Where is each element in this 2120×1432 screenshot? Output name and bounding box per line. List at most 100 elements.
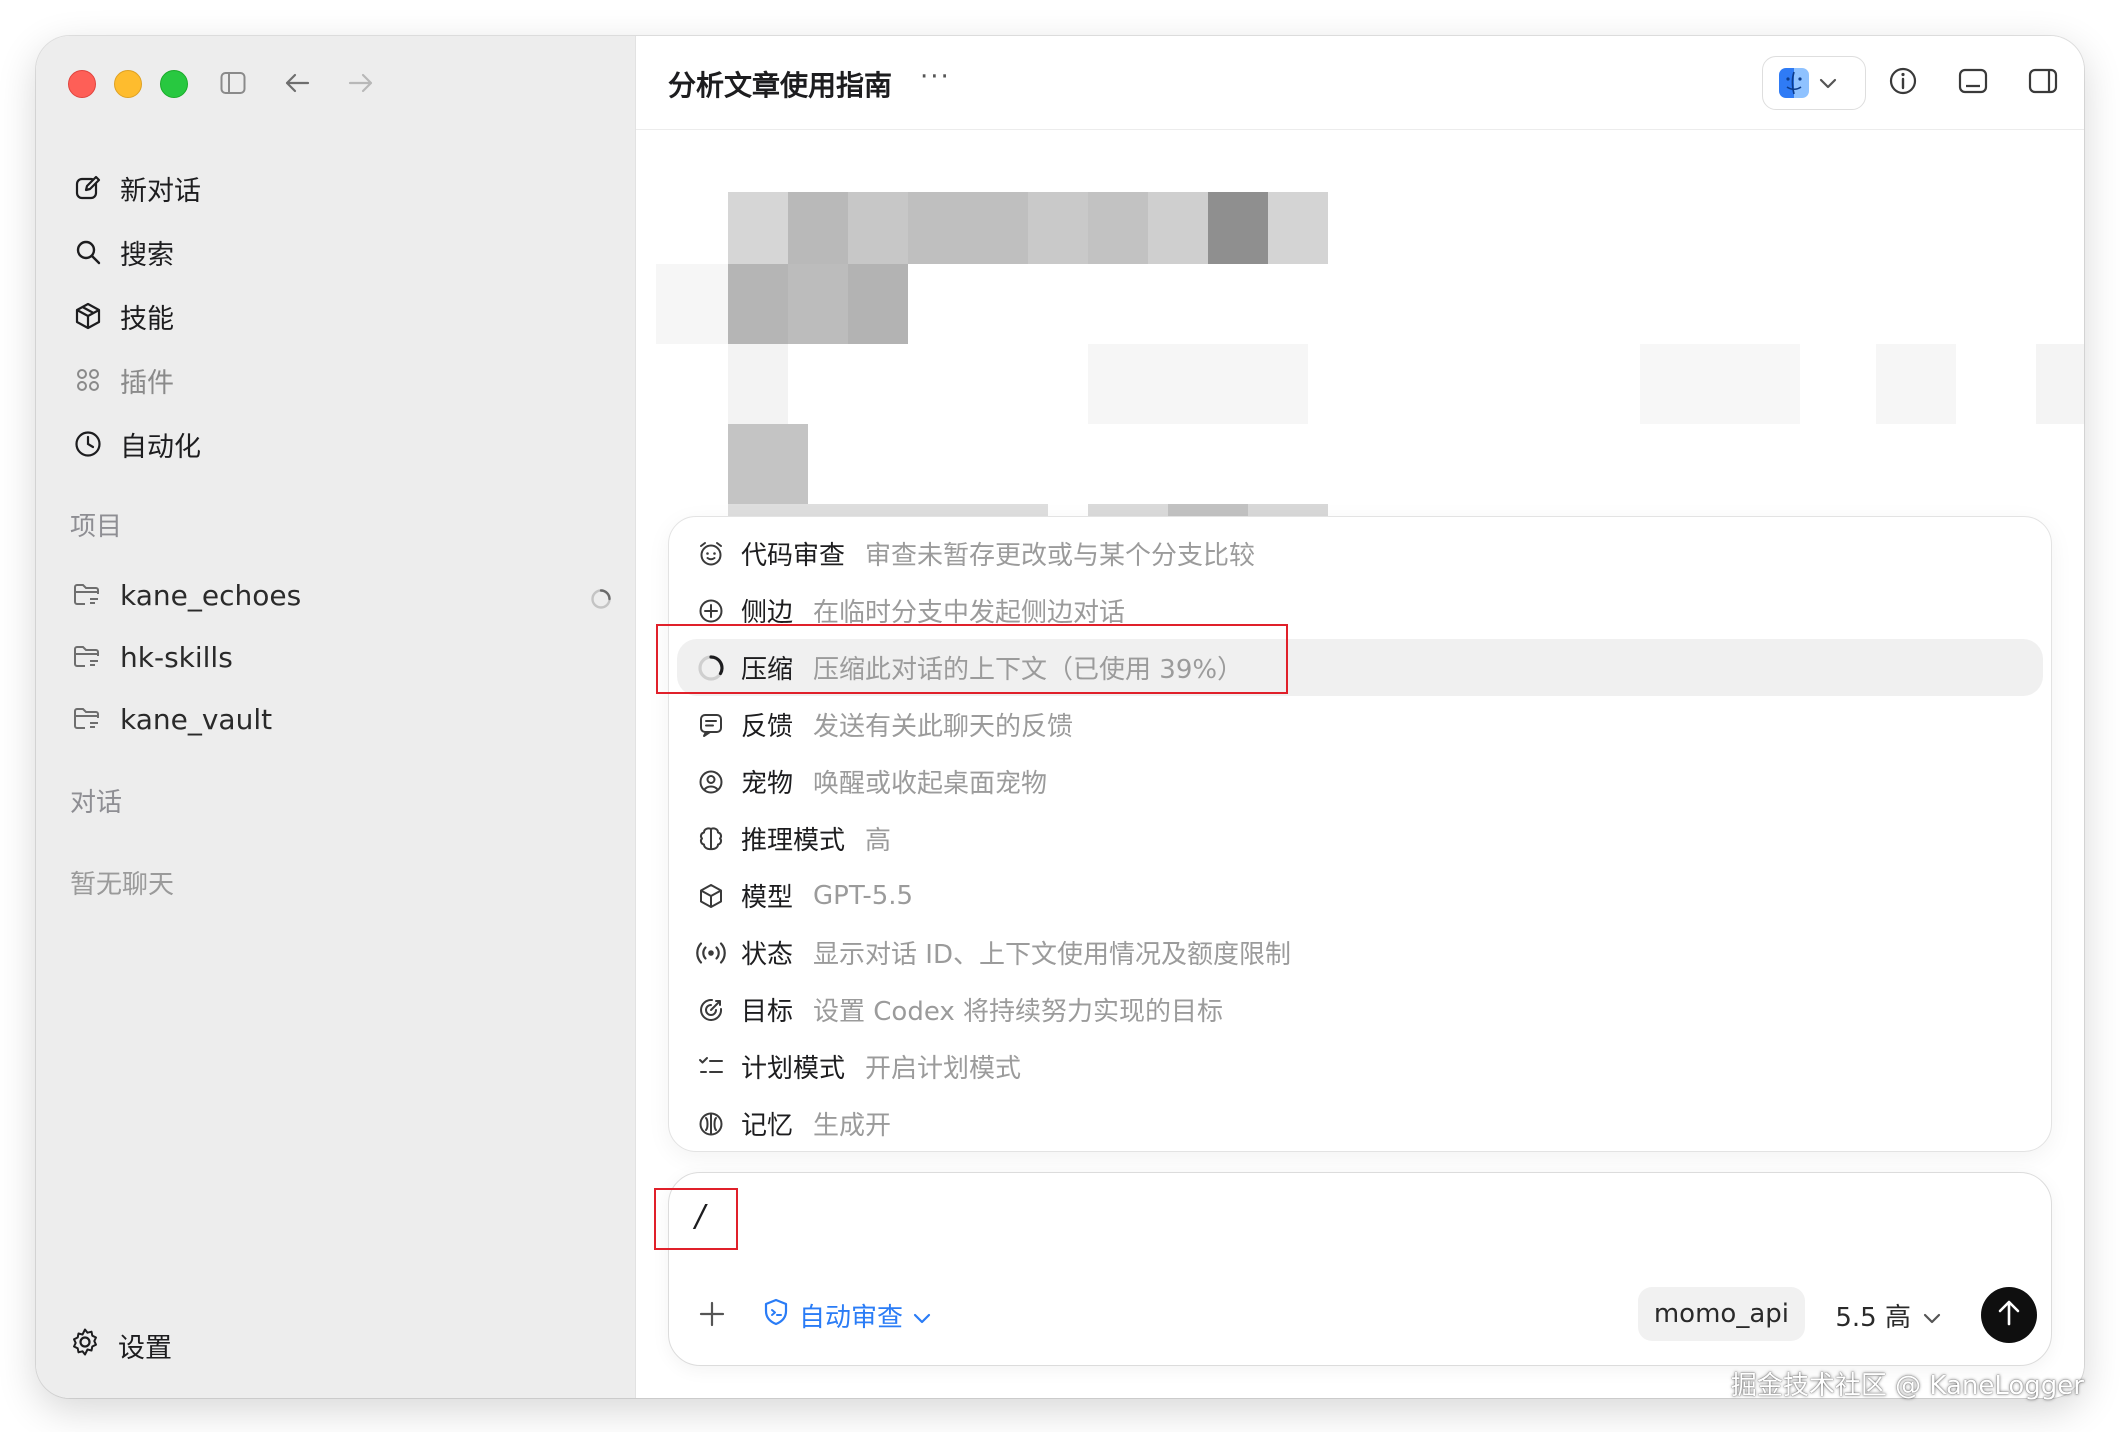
top-right-actions bbox=[1886, 64, 2060, 98]
box-icon bbox=[695, 880, 727, 912]
sidebar: 新对话 搜索 技能 插件 自动化 项目 kane_echoes hk-skill… bbox=[36, 36, 636, 1398]
project-name: kane_echoes bbox=[120, 578, 302, 612]
settings-label: 设置 bbox=[118, 1333, 172, 1364]
command-list: 代码审查 审查未暂存更改或与某个分支比较 侧边 在临时分支中发起侧边对话 压缩 … bbox=[677, 525, 2043, 1152]
zoom-window-button[interactable] bbox=[160, 70, 188, 98]
command-reasoning-mode[interactable]: 推理模式 高 bbox=[677, 810, 2043, 867]
pet-icon bbox=[695, 766, 727, 798]
command-description: 审查未暂存更改或与某个分支比较 bbox=[865, 541, 1256, 571]
arrow-up-icon bbox=[1996, 1299, 2022, 1331]
command-description: 开启计划模式 bbox=[865, 1054, 1022, 1084]
model-version-selector[interactable]: 5.5 高 bbox=[1835, 1297, 1941, 1334]
command-plan-mode[interactable]: 计划模式 开启计划模式 bbox=[677, 1038, 2043, 1095]
nav-label: 技能 bbox=[120, 303, 174, 335]
command-description: 唤醒或收起桌面宠物 bbox=[813, 769, 1048, 799]
window-controls bbox=[68, 70, 188, 98]
target-icon bbox=[695, 994, 727, 1026]
cube-icon bbox=[72, 300, 104, 332]
command-goal[interactable]: 目标 设置 Codex 将持续努力实现的目标 bbox=[677, 981, 2043, 1038]
more-options-button[interactable]: ··· bbox=[920, 62, 951, 92]
feedback-icon bbox=[695, 709, 727, 741]
toggle-sidebar-icon[interactable] bbox=[216, 66, 250, 100]
command-status[interactable]: 状态 显示对话 ID、上下文使用情况及额度限制 bbox=[677, 924, 2043, 981]
project-item[interactable]: kane_echoes bbox=[68, 564, 611, 626]
command-description: 发送有关此聊天的反馈 bbox=[813, 712, 1074, 742]
project-list: kane_echoes hk-skills kane_vault bbox=[68, 564, 611, 750]
folder-icon bbox=[72, 642, 102, 672]
command-label: 记忆 bbox=[741, 1111, 794, 1141]
auto-review-label: 自动审查 bbox=[799, 1303, 904, 1333]
command-feedback[interactable]: 反馈 发送有关此聊天的反馈 bbox=[677, 696, 2043, 753]
nav-automation[interactable]: 自动化 bbox=[68, 412, 608, 476]
add-attachment-icon[interactable] bbox=[695, 1297, 729, 1331]
auto-review-toggle[interactable]: 自动审查 bbox=[763, 1297, 931, 1334]
project-item[interactable]: hk-skills bbox=[68, 626, 608, 688]
nav-search[interactable]: 搜索 bbox=[68, 220, 608, 284]
bottom-panel-icon[interactable] bbox=[1956, 64, 1990, 98]
command-label: 推理模式 bbox=[741, 826, 846, 856]
command-label: 模型 bbox=[741, 883, 794, 913]
command-model[interactable]: 模型 GPT-5.5 bbox=[677, 867, 2043, 924]
finder-icon bbox=[1779, 68, 1809, 98]
close-window-button[interactable] bbox=[68, 70, 96, 98]
command-label: 计划模式 bbox=[741, 1054, 846, 1084]
model-provider-chip[interactable]: momo_api bbox=[1637, 1287, 1805, 1341]
command-label: 目标 bbox=[741, 997, 794, 1027]
command-label: 代码审查 bbox=[741, 541, 846, 571]
command-memory[interactable]: 记忆 生成开 bbox=[677, 1095, 2043, 1152]
broadcast-icon bbox=[695, 937, 727, 969]
top-bar: 分析文章使用指南 ··· bbox=[636, 36, 2084, 130]
command-label: 宠物 bbox=[741, 769, 794, 799]
message-composer[interactable]: / 自动审查 momo_api 5.5 高 bbox=[668, 1172, 2052, 1366]
sidebar-nav: 新对话 搜索 技能 插件 自动化 bbox=[68, 156, 608, 476]
right-panel-icon[interactable] bbox=[2026, 64, 2060, 98]
nav-plugins[interactable]: 插件 bbox=[68, 348, 608, 412]
edit-icon bbox=[72, 172, 104, 204]
open-in-app-picker[interactable] bbox=[1762, 56, 1866, 110]
plus-circle-icon bbox=[695, 595, 727, 627]
project-name: hk-skills bbox=[120, 640, 233, 674]
projects-section-label: 项目 bbox=[70, 512, 123, 542]
main-panel: 分析文章使用指南 ··· 代码审查 审查未暂存更改或与某个分支比较 侧边 在临时… bbox=[636, 36, 2084, 1398]
gear-icon bbox=[70, 1327, 100, 1364]
annotation-highlight-input bbox=[654, 1188, 738, 1250]
chats-section-label: 对话 bbox=[70, 788, 123, 818]
nav-label: 搜索 bbox=[120, 239, 174, 271]
grid-icon bbox=[72, 364, 104, 396]
nav-label: 插件 bbox=[120, 367, 174, 399]
minimize-window-button[interactable] bbox=[114, 70, 142, 98]
empty-chats-text: 暂无聊天 bbox=[70, 870, 175, 900]
command-pet[interactable]: 宠物 唤醒或收起桌面宠物 bbox=[677, 753, 2043, 810]
redacted-conversation-content bbox=[636, 136, 2084, 556]
search-icon bbox=[72, 236, 104, 268]
command-description: 显示对话 ID、上下文使用情况及额度限制 bbox=[813, 940, 1291, 970]
chevron-down-icon bbox=[1923, 1301, 1941, 1331]
forward-arrow-icon[interactable] bbox=[344, 66, 378, 100]
chevron-down-icon bbox=[913, 1301, 931, 1331]
memory-icon bbox=[695, 1108, 727, 1140]
command-label: 反馈 bbox=[741, 712, 794, 742]
shield-icon bbox=[763, 1298, 789, 1333]
folder-icon bbox=[72, 580, 102, 610]
command-description: 生成开 bbox=[813, 1111, 892, 1141]
brain-icon bbox=[695, 823, 727, 855]
model-version-label: 5.5 高 bbox=[1835, 1303, 1911, 1333]
settings-button[interactable]: 设置 bbox=[70, 1326, 172, 1365]
loading-spinner-icon bbox=[590, 584, 612, 609]
info-icon[interactable] bbox=[1886, 64, 1920, 98]
command-description: 高 bbox=[865, 826, 892, 856]
command-code-review[interactable]: 代码审查 审查未暂存更改或与某个分支比较 bbox=[677, 525, 2043, 582]
nav-skills[interactable]: 技能 bbox=[68, 284, 608, 348]
checklist-icon bbox=[695, 1051, 727, 1083]
command-description: 设置 Codex 将持续努力实现的目标 bbox=[813, 997, 1224, 1027]
nav-new-chat[interactable]: 新对话 bbox=[68, 156, 608, 220]
back-arrow-icon[interactable] bbox=[280, 66, 314, 100]
watermark: 掘金技术社区 @ KaneLogger bbox=[1730, 1371, 2084, 1401]
clock-icon bbox=[72, 428, 104, 460]
chevron-down-icon bbox=[1819, 74, 1837, 93]
sidebar-toolbar bbox=[216, 66, 378, 100]
send-button[interactable] bbox=[1981, 1287, 2037, 1343]
folder-icon bbox=[72, 704, 102, 734]
slash-command-menu: 代码审查 审查未暂存更改或与某个分支比较 侧边 在临时分支中发起侧边对话 压缩 … bbox=[668, 516, 2052, 1152]
project-item[interactable]: kane_vault bbox=[68, 688, 608, 750]
